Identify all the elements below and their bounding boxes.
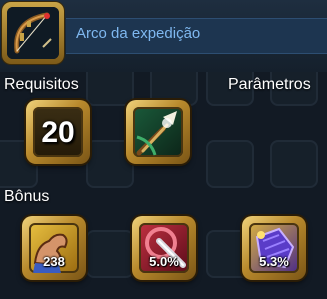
bonus-slot-critical[interactable]: 5.0% — [132, 216, 196, 280]
requirements-label: Requisitos — [4, 76, 79, 93]
expedition-arrow-icon — [136, 111, 177, 156]
bonus-slot-penetration[interactable]: 5.3% — [242, 216, 306, 280]
required-level-value: 20 — [41, 116, 75, 149]
item-name: Arco da expedição — [76, 25, 201, 42]
parameter-slot[interactable] — [126, 100, 190, 164]
item-icon-slot — [2, 2, 64, 64]
bonus-critical-value: 5.0% — [149, 254, 179, 269]
bonus-slot-strength[interactable]: 238 — [22, 216, 86, 280]
bow-icon — [7, 7, 59, 59]
bonus-strength-value: 238 — [43, 254, 65, 269]
bonus-penetration-value: 5.3% — [259, 254, 289, 269]
required-level-slot[interactable]: 20 — [26, 100, 90, 164]
item-header: Arco da expedição — [0, 0, 327, 72]
parameters-label: Parâmetros — [228, 76, 311, 93]
bonus-label: Bônus — [4, 188, 50, 205]
